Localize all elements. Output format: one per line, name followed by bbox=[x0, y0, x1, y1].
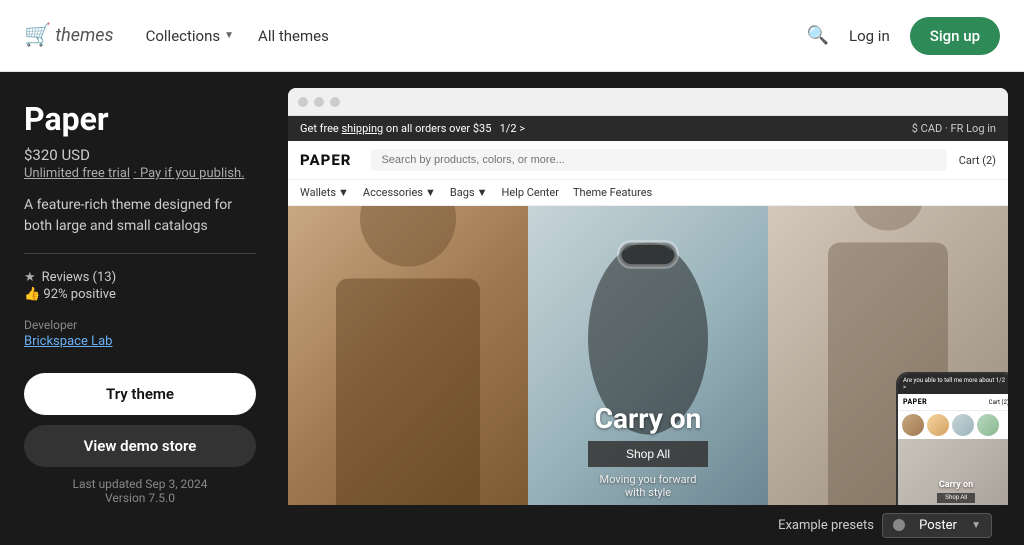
browser-chrome bbox=[288, 88, 1008, 116]
hero-image-col-2: Carry on Shop All Moving you forward wit… bbox=[528, 206, 768, 505]
collections-chevron-icon: ▼ bbox=[224, 30, 234, 41]
store-top-nav: PAPER Cart (2) bbox=[288, 141, 1008, 180]
developer-label: Developer bbox=[24, 318, 256, 332]
theme-name: Paper bbox=[24, 100, 256, 138]
presets-label: Example presets bbox=[778, 518, 874, 533]
selected-preset: Poster bbox=[919, 518, 957, 533]
mobile-logo: PAPER bbox=[903, 398, 927, 406]
menu-bags[interactable]: Bags ▼ bbox=[450, 186, 488, 199]
sidebar: Paper $320 USD Unlimited free trial · Pa… bbox=[0, 72, 280, 545]
mobile-hero-title: Carry on bbox=[939, 480, 973, 490]
preset-color-dot bbox=[893, 519, 905, 531]
mobile-cat-3 bbox=[952, 414, 974, 436]
bags-chevron-icon: ▼ bbox=[477, 186, 488, 199]
hero-overlay: Carry on Shop All Moving you forward wit… bbox=[588, 402, 708, 499]
mobile-hero: Carry on Shop All Moving you forward wit… bbox=[898, 439, 1008, 505]
shipping-link[interactable]: shipping bbox=[342, 122, 384, 135]
accessories-chevron-icon: ▼ bbox=[425, 186, 436, 199]
developer-link[interactable]: Brickspace Lab bbox=[24, 334, 256, 349]
menu-accessories[interactable]: Accessories ▼ bbox=[363, 186, 436, 199]
store-menu: Wallets ▼ Accessories ▼ Bags ▼ Help Cent… bbox=[288, 180, 1008, 206]
reviews-section: ★ Reviews (13) 👍 92% positive bbox=[24, 270, 256, 314]
signup-button[interactable]: Sign up bbox=[910, 17, 1000, 55]
store-preview: Get free shipping on all orders over $35… bbox=[288, 116, 1008, 505]
nav-logo: 🛒 themes bbox=[24, 23, 114, 48]
wallets-chevron-icon: ▼ bbox=[338, 186, 349, 199]
nav-links: Collections ▼ All themes bbox=[146, 27, 807, 45]
mobile-nav-row: PAPER Cart (2) bbox=[898, 394, 1008, 411]
store-search-input[interactable] bbox=[371, 149, 946, 171]
nav-actions: 🔍 Log in Sign up bbox=[807, 17, 1000, 55]
browser-dot-green bbox=[330, 97, 340, 107]
hero-subtitle: Moving you forward with style bbox=[588, 473, 708, 499]
mobile-cat-4 bbox=[977, 414, 999, 436]
hero-title: Carry on bbox=[588, 402, 708, 435]
hero-image-col-1 bbox=[288, 206, 528, 505]
shopify-bag-icon: 🛒 bbox=[24, 23, 51, 48]
store-hero: Carry on Shop All Moving you forward wit… bbox=[288, 206, 1008, 505]
preview-bottom-bar: Example presets Poster ▼ bbox=[288, 505, 1008, 545]
mobile-hero-button[interactable]: Shop All bbox=[937, 493, 975, 503]
browser-dot-yellow bbox=[314, 97, 324, 107]
nav-logo-text: themes bbox=[55, 25, 113, 46]
star-icon: ★ bbox=[24, 270, 36, 285]
hero-person-svg-1 bbox=[288, 206, 528, 505]
hero-img-1 bbox=[288, 206, 528, 505]
mobile-inner: Are you able to tell me more about 1/2 >… bbox=[898, 374, 1008, 505]
mobile-announcement: Are you able to tell me more about 1/2 > bbox=[898, 374, 1008, 394]
nav-collections[interactable]: Collections ▼ bbox=[146, 27, 234, 45]
theme-description: A feature-rich theme designed for both l… bbox=[24, 195, 256, 254]
menu-theme-features[interactable]: Theme Features bbox=[573, 186, 652, 199]
menu-wallets[interactable]: Wallets ▼ bbox=[300, 186, 349, 199]
view-demo-button[interactable]: View demo store bbox=[24, 425, 256, 467]
positive-percent: 👍 92% positive bbox=[24, 287, 256, 302]
search-icon[interactable]: 🔍 bbox=[807, 25, 829, 46]
store-logo: PAPER bbox=[300, 151, 351, 169]
hero-shop-all-button[interactable]: Shop All bbox=[588, 441, 708, 467]
mobile-cart: Cart (2) bbox=[989, 399, 1008, 406]
menu-help-center[interactable]: Help Center bbox=[501, 186, 559, 199]
preview-area: Get free shipping on all orders over $35… bbox=[280, 72, 1024, 545]
store-cart[interactable]: Cart (2) bbox=[959, 154, 996, 167]
browser-frame: Get free shipping on all orders over $35… bbox=[288, 88, 1008, 505]
last-updated: Last updated Sep 3, 2024 bbox=[24, 477, 256, 491]
reviews-count-line: ★ Reviews (13) bbox=[24, 270, 256, 285]
main-content: Paper $320 USD Unlimited free trial · Pa… bbox=[0, 72, 1024, 545]
top-nav: 🛒 themes Collections ▼ All themes 🔍 Log … bbox=[0, 0, 1024, 72]
thumbs-up-icon: 👍 bbox=[24, 287, 40, 302]
update-info: Last updated Sep 3, 2024 Version 7.5.0 bbox=[24, 477, 256, 505]
mobile-preview: Are you able to tell me more about 1/2 >… bbox=[896, 372, 1008, 505]
preset-chevron-icon: ▼ bbox=[971, 520, 981, 531]
free-trial-text: Unlimited free trial · Pay if you publis… bbox=[24, 166, 256, 181]
mobile-categories bbox=[898, 411, 1008, 439]
presets-dropdown[interactable]: Poster ▼ bbox=[882, 513, 992, 538]
nav-all-themes[interactable]: All themes bbox=[258, 27, 329, 45]
mobile-cat-2 bbox=[927, 414, 949, 436]
theme-price: $320 USD bbox=[24, 146, 256, 164]
try-theme-button[interactable]: Try theme bbox=[24, 373, 256, 415]
store-announcement-bar: Get free shipping on all orders over $35… bbox=[288, 116, 1008, 141]
login-button[interactable]: Log in bbox=[849, 27, 890, 45]
browser-dot-red bbox=[298, 97, 308, 107]
version: Version 7.5.0 bbox=[24, 491, 256, 505]
announcement-right: $ CAD · FR Log in bbox=[912, 122, 996, 135]
mobile-cat-1 bbox=[902, 414, 924, 436]
